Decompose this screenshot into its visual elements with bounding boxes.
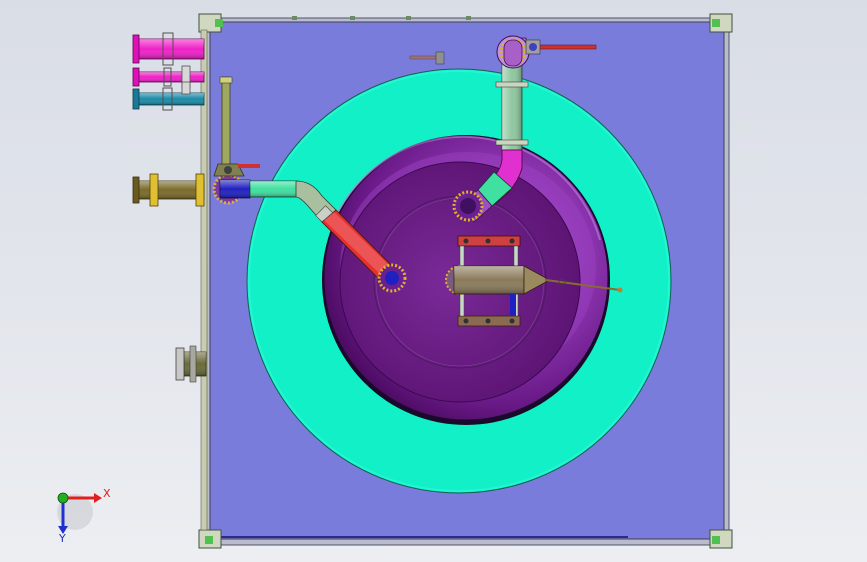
- cad-viewport[interactable]: X Y: [0, 0, 867, 562]
- x-axis-arrow-icon: [94, 493, 102, 503]
- coordinate-triad: X Y: [57, 487, 111, 545]
- side-rod: [219, 76, 233, 178]
- y-axis-label: Y: [58, 532, 66, 545]
- z-axis-dot-icon: [57, 492, 69, 504]
- left-nozzles[interactable]: [132, 32, 207, 383]
- x-axis-label: X: [103, 487, 111, 500]
- model-canvas[interactable]: X Y: [0, 0, 867, 562]
